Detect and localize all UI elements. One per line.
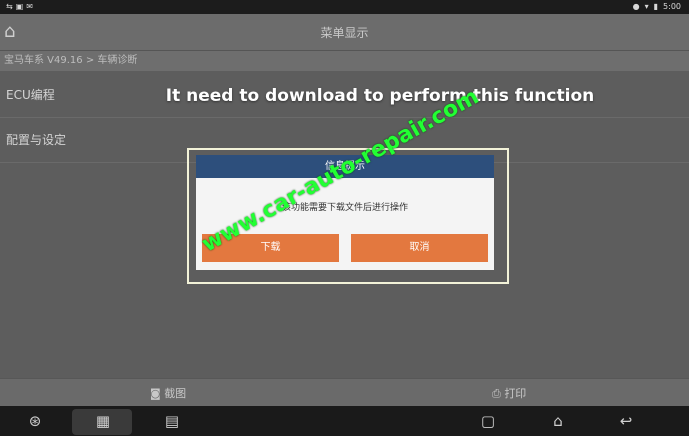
print-action[interactable]: ⎙ 打印 [492, 385, 526, 401]
print-label: 打印 [504, 387, 527, 400]
wifi-icon: ▾ [644, 2, 649, 11]
usb-icon: ⇆ [6, 2, 16, 11]
home-nav-icon[interactable]: ⌂ [547, 411, 569, 431]
recent-apps-icon[interactable]: ▢ [477, 411, 499, 431]
breadcrumb: 宝马车系 V49.16 > 车辆诊断 [0, 51, 689, 71]
screenshot-icon[interactable]: ▦ [92, 411, 114, 431]
status-bar: ⇆▣✉ ● ▾ ▮ 5:00 [0, 0, 689, 14]
page-title: 菜单显示 [320, 26, 369, 40]
dialog-buttons: 下载 取消 [202, 234, 488, 262]
location-icon: ● [632, 2, 640, 11]
print-icon: ⎙ [492, 387, 501, 400]
status-right: ● ▾ ▮ 5:00 [633, 2, 681, 11]
status-left-icons: ⇆▣✉ [6, 2, 36, 11]
mail-icon: ✉ [26, 2, 36, 11]
clock-time: 5:00 [663, 2, 681, 11]
app-header: ⌂ 菜单显示 [0, 14, 689, 51]
screenshot-action[interactable]: ◙ 截图 [150, 385, 186, 401]
camera-icon: ◙ [150, 387, 161, 400]
cancel-button[interactable]: 取消 [351, 234, 488, 262]
instruction-caption: It need to download to perform this func… [165, 86, 595, 106]
screenshot-label: 截图 [164, 387, 187, 400]
back-icon[interactable]: ↩ [615, 411, 637, 431]
steering-wheel-icon[interactable]: ⊛ [24, 411, 46, 431]
vci-icon[interactable]: ▤ [161, 411, 183, 431]
battery-icon: ▮ [653, 2, 659, 11]
system-nav-bar: ⊛ ▦ ▤ ▢ ⌂ ↩ [0, 406, 689, 436]
bottom-action-bar: ◙ 截图 ⎙ 打印 [0, 378, 689, 407]
image-icon: ▣ [15, 2, 27, 11]
